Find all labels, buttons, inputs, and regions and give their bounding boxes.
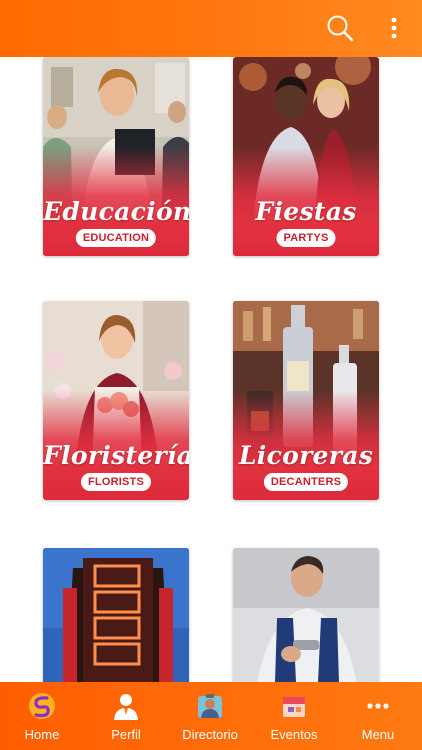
app-logo-icon — [29, 693, 55, 719]
category-title: Licoreras — [238, 441, 374, 470]
more-vertical-icon[interactable] — [382, 14, 406, 42]
more-horizontal-icon — [367, 703, 389, 709]
nav-profile-label: Perfil — [111, 727, 141, 742]
nav-events[interactable]: Eventos — [252, 688, 336, 748]
user-icon — [114, 694, 138, 720]
events-icon — [283, 697, 305, 717]
category-card-parties[interactable]: Fiestas PARTYS — [233, 57, 379, 256]
category-tag: DECANTERS — [263, 473, 349, 491]
mechanic-photo — [233, 548, 379, 682]
category-tag: PARTYS — [276, 229, 336, 247]
category-card-education[interactable]: Educación EDUCATION — [43, 57, 189, 256]
category-card-hotel[interactable] — [43, 548, 189, 682]
app-screen: Educación EDUCATION Fiestas PARTYS Flori… — [0, 0, 422, 750]
bottom-navigation: Home Perfil Directorio Eventos Menu — [0, 682, 422, 750]
directory-icon — [198, 694, 222, 718]
category-title: Fiestas — [255, 197, 357, 226]
top-app-bar — [0, 0, 422, 57]
nav-events-label: Eventos — [270, 727, 318, 742]
nav-home-label: Home — [24, 727, 60, 742]
category-title: Educación — [43, 197, 189, 226]
category-tag: EDUCATION — [75, 229, 157, 247]
category-title: Floristerías — [43, 441, 189, 470]
category-card-decanters[interactable]: Licoreras DECANTERS — [233, 301, 379, 500]
nav-menu-label: Menu — [361, 727, 395, 742]
category-grid: Educación EDUCATION Fiestas PARTYS Flori… — [0, 57, 422, 682]
search-icon[interactable] — [326, 14, 354, 42]
category-card-florists[interactable]: Floristerías FLORISTS — [43, 301, 189, 500]
nav-directory-label: Directorio — [182, 727, 238, 742]
category-card-mechanic[interactable] — [233, 548, 379, 682]
category-tag: FLORISTS — [81, 473, 151, 491]
nav-profile[interactable]: Perfil — [84, 688, 168, 748]
hotel-photo — [43, 548, 189, 682]
nav-directory[interactable]: Directorio — [168, 688, 252, 748]
nav-menu[interactable]: Menu — [336, 688, 420, 748]
nav-home[interactable]: Home — [0, 688, 84, 748]
